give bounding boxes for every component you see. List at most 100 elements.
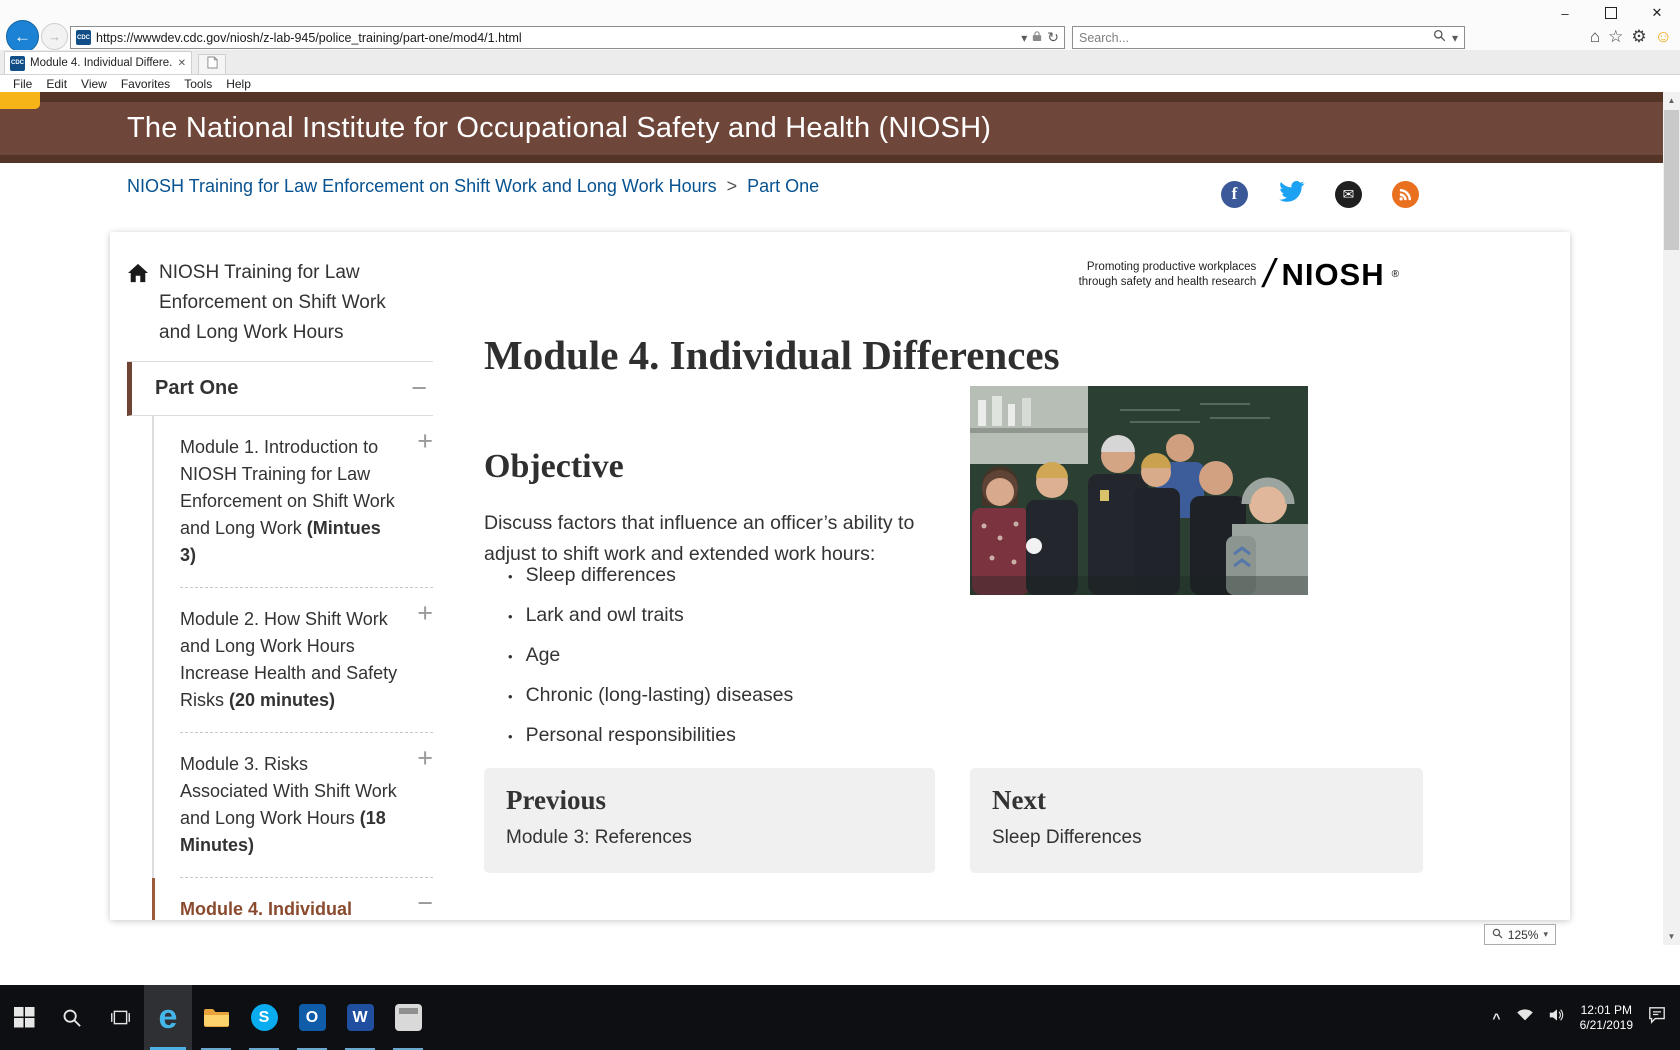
search-bar[interactable]: ▾ (1072, 26, 1465, 49)
vertical-scrollbar[interactable]: ▲ ▼ (1663, 92, 1680, 945)
sidebar-item-module-3[interactable]: Module 3. Risks Associated With Shift Wo… (180, 732, 433, 877)
next-label: Next (992, 785, 1401, 816)
sidebar-home-link[interactable]: NIOSH Training for Law Enforcement on Sh… (127, 258, 433, 348)
main-content: Promoting productive workplaces through … (484, 232, 1423, 920)
menu-favorites[interactable]: Favorites (114, 77, 177, 91)
logo-slash: / (1263, 252, 1274, 297)
logo-tagline-2: through safety and health research (1079, 275, 1257, 290)
address-bar[interactable]: CDC ▾ ↻ (70, 26, 1065, 49)
registered-mark: ® (1392, 269, 1399, 280)
twitter-icon[interactable] (1278, 178, 1305, 210)
list-item: •Age (508, 644, 968, 667)
menu-tools[interactable]: Tools (177, 77, 219, 91)
previous-label: Previous (506, 785, 913, 816)
scrollbar-thumb[interactable] (1664, 110, 1679, 250)
collapse-icon[interactable]: − (417, 890, 433, 917)
url-input[interactable] (96, 31, 1016, 45)
tray-expand-icon[interactable]: ^ (1492, 1010, 1500, 1026)
taskbar-word[interactable]: W (336, 985, 384, 1050)
list-item: • Sleep differences (508, 564, 968, 587)
skip-link-tab[interactable] (0, 92, 40, 109)
collapse-icon[interactable]: − (411, 375, 427, 402)
scroll-up-icon[interactable]: ▲ (1663, 92, 1680, 109)
favorites-star-icon[interactable]: ☆ (1608, 27, 1623, 47)
start-button[interactable] (0, 985, 48, 1050)
minimize-button[interactable]: – (1542, 0, 1588, 26)
taskbar-ie[interactable]: e (144, 985, 192, 1050)
app-window-icon (395, 1004, 422, 1031)
expand-icon[interactable]: + (417, 600, 433, 627)
zoom-dropdown-icon[interactable]: ▾ (1543, 929, 1548, 940)
list-item: •Chronic (long-lasting) diseases (508, 684, 968, 707)
bullet-icon: • (508, 689, 513, 704)
search-dropdown-icon[interactable]: ▾ (1452, 31, 1458, 45)
close-button[interactable]: ✕ (1634, 0, 1680, 26)
maximize-icon (1605, 7, 1617, 19)
bullet-icon: • (508, 569, 513, 584)
action-center-icon[interactable] (1648, 1006, 1666, 1029)
scroll-down-icon[interactable]: ▼ (1663, 928, 1680, 945)
gear-icon[interactable]: ⚙ (1631, 27, 1646, 47)
page-title: Module 4. Individual Differences (484, 331, 1060, 379)
zoom-magnifier-icon (1492, 928, 1503, 942)
sidebar-item-module-1[interactable]: Module 1. Introduction to NIOSH Training… (180, 416, 433, 587)
email-icon[interactable]: ✉ (1335, 181, 1362, 208)
browser-tab[interactable]: CDC Module 4. Individual Differe... ✕ (4, 51, 192, 74)
breadcrumb-root-link[interactable]: NIOSH Training for Law Enforcement on Sh… (127, 176, 717, 197)
folder-icon (203, 1008, 229, 1028)
officers-photo (970, 386, 1308, 595)
sidebar-section-part-one[interactable]: Part One − (127, 362, 433, 416)
feedback-smiley-icon[interactable]: ☺ (1655, 27, 1672, 47)
taskbar-file-explorer[interactable] (192, 985, 240, 1050)
bullet-text: Lark and owl traits (526, 604, 684, 627)
sidebar-item-module-4[interactable]: Module 4. Individual − (180, 877, 433, 920)
task-view-button[interactable] (96, 985, 144, 1050)
facebook-icon[interactable]: f (1221, 181, 1248, 208)
back-icon: ← (14, 27, 31, 47)
taskbar-generic-app[interactable] (384, 985, 432, 1050)
sidebar-item-module-2[interactable]: Module 2. How Shift Work and Long Work H… (180, 587, 433, 732)
list-item: •Personal responsibilities (508, 724, 968, 747)
banner-top-strip (0, 92, 1663, 102)
tab-close-icon[interactable]: ✕ (178, 58, 186, 69)
niosh-logo: Promoting productive workplaces through … (1079, 252, 1399, 297)
search-input[interactable] (1079, 31, 1427, 45)
taskbar-skype[interactable]: S (240, 985, 288, 1050)
bullet-icon: • (508, 609, 513, 624)
menu-file[interactable]: File (6, 77, 39, 91)
breadcrumb-separator: > (727, 176, 738, 197)
logo-taglines: Promoting productive workplaces through … (1079, 260, 1257, 290)
new-tab-button[interactable] (198, 54, 226, 75)
back-button[interactable]: ← (6, 20, 39, 53)
menu-help[interactable]: Help (219, 77, 258, 91)
forward-button[interactable]: → (41, 23, 68, 50)
logo-tagline-1: Promoting productive workplaces (1079, 260, 1257, 275)
maximize-button[interactable] (1588, 0, 1634, 26)
address-dropdown-icon[interactable]: ▾ (1021, 31, 1027, 45)
objective-bullet-list: •Sleep differences •Lark and owl traits … (508, 564, 968, 764)
refresh-icon[interactable]: ↻ (1047, 29, 1059, 46)
taskbar-outlook[interactable]: O (288, 985, 336, 1050)
search-icon[interactable] (1433, 29, 1446, 47)
breadcrumb: NIOSH Training for Law Enforcement on Sh… (127, 176, 819, 197)
browser-titlebar: ← → CDC ▾ ↻ ▾ ⌂ ☆ ⚙ ☺ – ✕ (0, 0, 1680, 51)
breadcrumb-current-link[interactable]: Part One (747, 176, 819, 197)
taskbar-clock[interactable]: 12:01 PM 6/21/2019 (1580, 1003, 1633, 1033)
taskbar-search-button[interactable] (48, 985, 96, 1050)
expand-icon[interactable]: + (417, 745, 433, 772)
menu-view[interactable]: View (74, 77, 114, 91)
volume-icon[interactable] (1549, 1008, 1565, 1027)
facebook-f: f (1232, 184, 1238, 204)
syndication-icon[interactable] (1392, 181, 1419, 208)
home-icon[interactable]: ⌂ (1590, 27, 1600, 47)
previous-card[interactable]: Previous Module 3: References (484, 768, 935, 873)
next-card[interactable]: Next Sleep Differences (970, 768, 1423, 873)
menu-edit[interactable]: Edit (39, 77, 74, 91)
zoom-control[interactable]: 125% ▾ (1484, 924, 1556, 945)
course-sidebar: NIOSH Training for Law Enforcement on Sh… (127, 232, 433, 920)
skype-icon: S (251, 1004, 278, 1031)
bullet-text: Sleep differences (526, 564, 676, 587)
network-icon[interactable] (1516, 1008, 1534, 1027)
niosh-banner: The National Institute for Occupational … (0, 102, 1663, 155)
expand-icon[interactable]: + (417, 428, 433, 455)
